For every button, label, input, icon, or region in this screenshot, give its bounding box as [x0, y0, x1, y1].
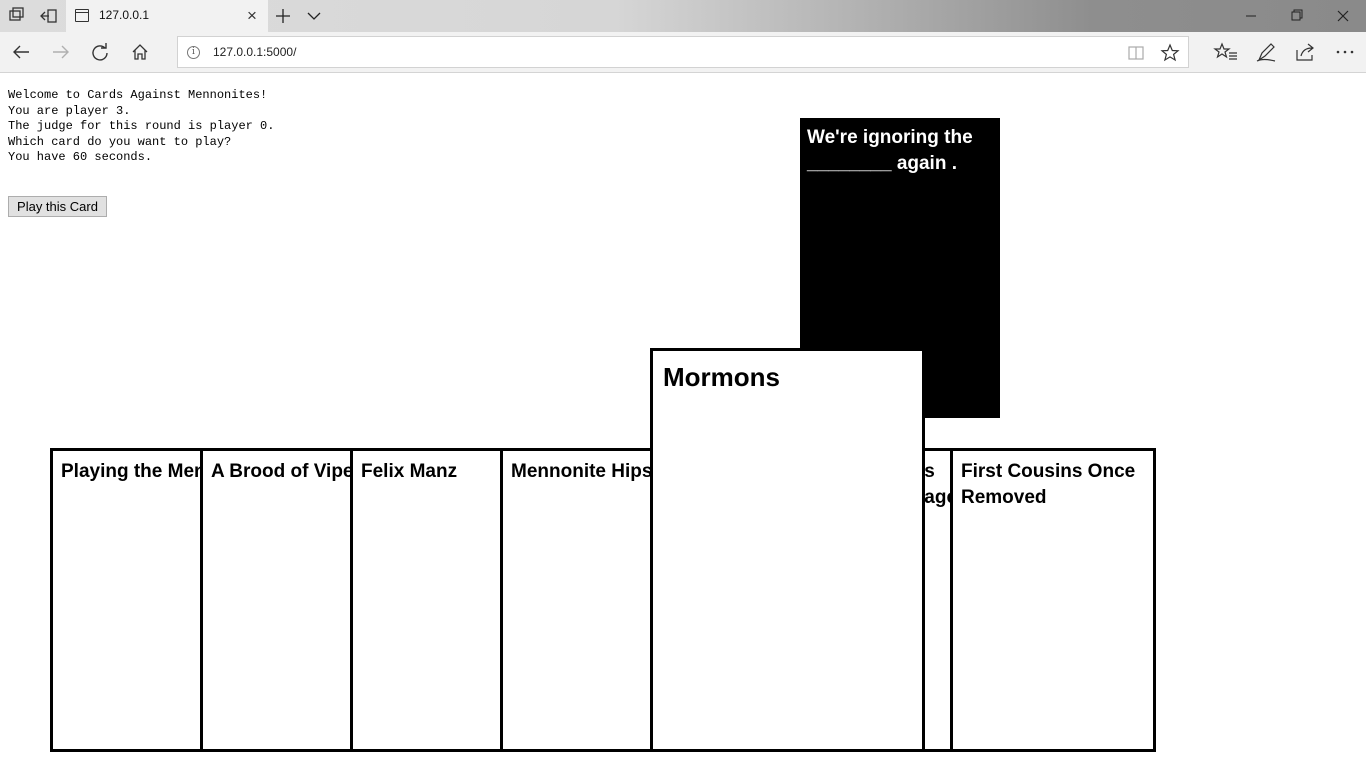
page-content: Welcome to Cards Against Mennonites! You…: [0, 74, 1366, 768]
refresh-button[interactable]: [83, 36, 117, 68]
white-card[interactable]: A Brood of Vipers: [200, 448, 354, 752]
white-card[interactable]: First Cousins Once Removed: [950, 448, 1156, 752]
card-text: Playing the Mennonite Game: [61, 461, 201, 482]
set-aside-tabs-icon[interactable]: [32, 0, 64, 32]
timer-message: You have 60 seconds.: [8, 150, 153, 164]
tab-localhost[interactable]: 127.0.0.1 ×: [66, 0, 268, 32]
chevron-down-icon[interactable]: [298, 0, 330, 32]
selected-white-card[interactable]: Mormons: [650, 348, 925, 752]
restore-button[interactable]: [1274, 0, 1320, 32]
tab-actions-icon[interactable]: [0, 0, 32, 32]
play-card-button[interactable]: Play this Card: [8, 196, 107, 217]
more-icon[interactable]: [1328, 36, 1362, 68]
page-icon: [75, 9, 89, 22]
white-card[interactable]: Felix Manz: [350, 448, 504, 752]
game-messages: Welcome to Cards Against Mennonites! You…: [8, 88, 274, 166]
judge-message: The judge for this round is player 0.: [8, 119, 275, 133]
card-text: Felix Manz: [361, 461, 458, 482]
share-icon[interactable]: [1288, 36, 1322, 68]
plus-icon[interactable]: [268, 0, 298, 32]
card-text: First Cousins Once Removed: [961, 461, 1136, 508]
white-card[interactable]: Playing the Mennonite Game: [50, 448, 204, 752]
pen-icon[interactable]: [1249, 36, 1283, 68]
welcome-message: Welcome to Cards Against Mennonites!: [8, 88, 268, 102]
url-text[interactable]: 127.0.0.1:5000/: [213, 45, 296, 59]
info-icon[interactable]: i: [187, 46, 200, 59]
browser-navbar: i 127.0.0.1:5000/: [0, 32, 1366, 73]
home-button[interactable]: [123, 36, 157, 68]
player-message: You are player 3.: [8, 103, 131, 118]
white-card[interactable]: Mennonite Hipster: [500, 448, 654, 752]
close-icon[interactable]: ×: [242, 6, 262, 26]
selected-card-text: Mormons: [663, 362, 780, 392]
star-icon[interactable]: [1160, 43, 1180, 63]
minimize-button[interactable]: [1228, 0, 1274, 32]
forward-button[interactable]: [44, 36, 78, 68]
back-button[interactable]: [4, 36, 38, 68]
black-card-text: We're ignoring the ________ again .: [807, 127, 973, 174]
close-window-button[interactable]: [1320, 0, 1366, 32]
card-text: A Brood of Vipers: [211, 461, 354, 482]
favorites-list-icon[interactable]: [1209, 36, 1243, 68]
address-bar[interactable]: i 127.0.0.1:5000/: [177, 36, 1189, 68]
book-icon[interactable]: [1126, 43, 1146, 63]
tab-title: 127.0.0.1: [99, 8, 150, 22]
card-text: Mennonite Hipster: [511, 461, 653, 482]
prompt-message: Which card do you want to play?: [8, 134, 232, 149]
browser-titlebar: 127.0.0.1 ×: [0, 0, 1366, 32]
